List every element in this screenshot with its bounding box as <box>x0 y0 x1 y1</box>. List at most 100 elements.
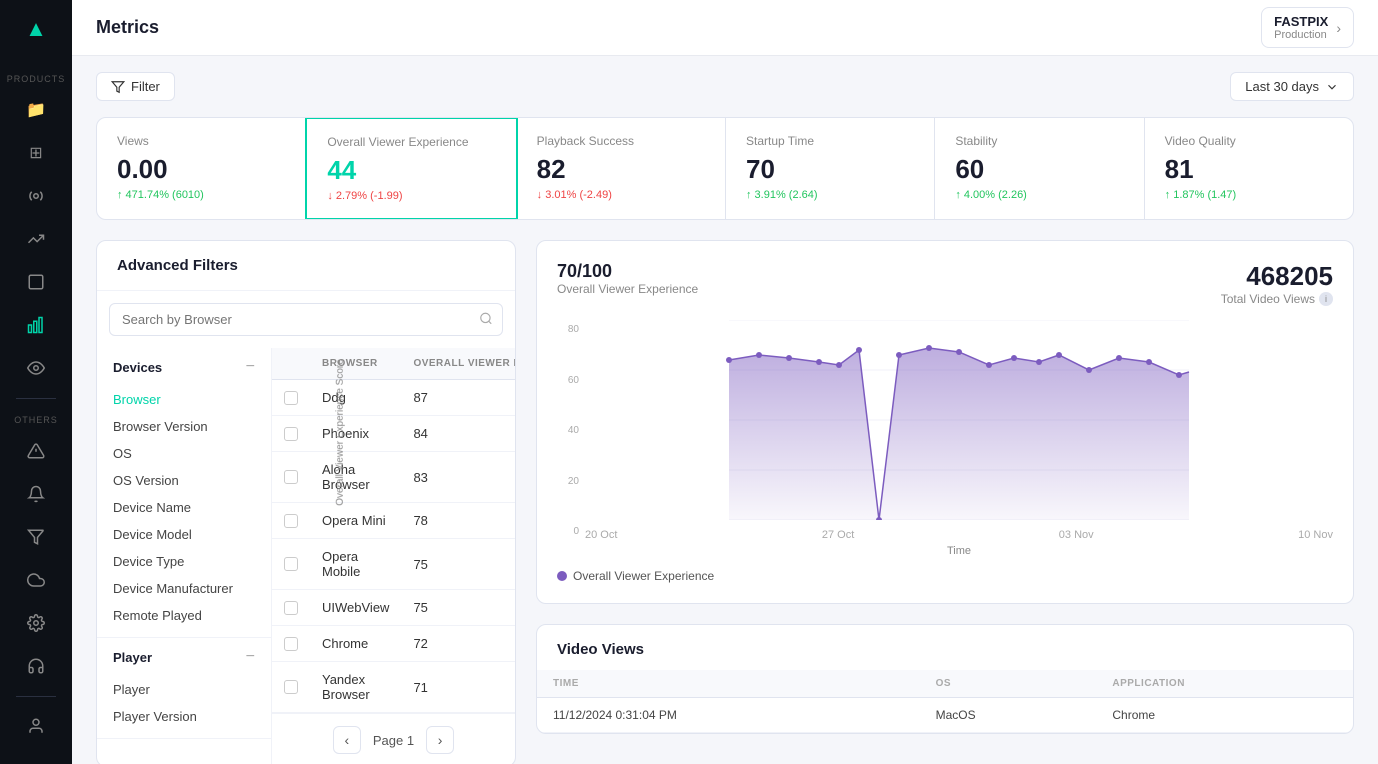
filter-item[interactable]: OS Version <box>113 467 255 494</box>
y-axis-labels: 80 60 40 20 0 <box>557 320 585 557</box>
settings-icon[interactable] <box>16 604 56 643</box>
filter-item[interactable]: Browser <box>113 386 255 413</box>
files-icon[interactable]: 📁 <box>16 90 56 129</box>
table-row[interactable]: Aloha Browser 83 3 <box>272 452 515 503</box>
row-ove: 84 <box>401 416 515 452</box>
row-checkbox[interactable] <box>284 427 298 441</box>
y-label-60: 60 <box>557 375 579 386</box>
grid-icon[interactable]: ⊞ <box>16 133 56 172</box>
table-row[interactable]: Ddg 87 112 <box>272 380 515 416</box>
table-row[interactable]: Opera Mini 78 229 <box>272 503 515 539</box>
date-range-button[interactable]: Last 30 days <box>1230 72 1354 101</box>
workspace-button[interactable]: FASTPIX Production › <box>1261 7 1354 48</box>
x-axis-title: Time <box>585 545 1333 557</box>
broadcast-icon[interactable] <box>16 176 56 215</box>
filter-item[interactable]: Device Model <box>113 521 255 548</box>
x-label-20oct: 20 Oct <box>585 529 617 541</box>
row-ove: 71 <box>401 662 515 713</box>
chart-card-header: 70/100 Overall Viewer Experience 468205 … <box>557 261 1333 312</box>
metric-card[interactable]: Video Quality 81 ↑ 1.87% (1.47) <box>1145 118 1353 219</box>
x-axis-labels: 20 Oct 27 Oct 03 Nov 10 Nov <box>585 525 1333 541</box>
vv-col-time: TIME <box>537 670 920 698</box>
chart-right-header: 468205 Total Video Views i <box>1221 261 1333 312</box>
row-ove: 87 <box>401 380 515 416</box>
filters-left: Devices − BrowserBrowser VersionOSOS Ver… <box>97 348 272 764</box>
metric-card[interactable]: Playback Success 82 ↓ 3.01% (-2.49) <box>517 118 726 219</box>
filter-item[interactable]: Remote Played <box>113 602 255 629</box>
metric-card[interactable]: Startup Time 70 ↑ 3.91% (2.64) <box>726 118 935 219</box>
browser-table: BROWSER OVERALL VIEWER EXPERIENCE ⌄ TOTA… <box>272 348 515 713</box>
content-area: Filter Last 30 days Views 0.00 ↑ 471.74%… <box>72 56 1378 764</box>
headphones-icon[interactable] <box>16 647 56 686</box>
table-row[interactable]: UIWebView 75 2417 <box>272 590 515 626</box>
chart-left-header: 70/100 Overall Viewer Experience <box>557 261 698 312</box>
row-checkbox[interactable] <box>284 680 298 694</box>
main-content: Metrics FASTPIX Production › Filter Last… <box>72 0 1378 764</box>
others-label: OTHERS <box>14 415 58 425</box>
table-row[interactable]: Yandex Browser 71 112 <box>272 662 515 713</box>
row-checkbox-cell <box>272 626 310 662</box>
row-checkbox[interactable] <box>284 391 298 405</box>
table-row[interactable]: Chrome 72 384740 <box>272 626 515 662</box>
metric-card[interactable]: Views 0.00 ↑ 471.74% (6010) <box>97 118 306 219</box>
filter-row: Filter Last 30 days <box>96 72 1354 101</box>
filter-item[interactable]: Player Version <box>113 703 255 730</box>
chart-area: 20 Oct 27 Oct 03 Nov 10 Nov Time <box>585 320 1333 557</box>
row-browser: Opera Mobile <box>310 539 401 590</box>
x-label-27oct: 27 Oct <box>822 529 854 541</box>
row-checkbox[interactable] <box>284 557 298 571</box>
filter-item[interactable]: Device Name <box>113 494 255 521</box>
chart-legend: Overall Viewer Experience <box>557 569 1333 583</box>
metrics-icon[interactable] <box>16 306 56 345</box>
row-checkbox[interactable] <box>284 637 298 651</box>
vv-os: MacOS <box>920 698 1097 733</box>
warning-icon[interactable] <box>16 431 56 470</box>
page-title: Metrics <box>96 17 1261 38</box>
filter-item[interactable]: Device Manufacturer <box>113 575 255 602</box>
prev-page-button[interactable]: ‹ <box>333 726 361 754</box>
workspace-name: FASTPIX <box>1274 14 1328 29</box>
logo: ▲ <box>25 16 47 42</box>
metric-value: 82 <box>537 154 705 185</box>
trending-icon[interactable] <box>16 219 56 258</box>
info-icon[interactable]: i <box>1319 292 1333 306</box>
row-checkbox[interactable] <box>284 601 298 615</box>
eye-icon[interactable] <box>16 349 56 388</box>
divider-2 <box>16 696 56 697</box>
line-chart-svg <box>585 320 1333 520</box>
sidebar: ▲ PRODUCTS 📁 ⊞ OTHERS <box>0 0 72 764</box>
metric-label: Playback Success <box>537 134 705 148</box>
row-ove: 83 <box>401 452 515 503</box>
search-input[interactable] <box>109 303 503 336</box>
devices-section: Devices − BrowserBrowser VersionOSOS Ver… <box>97 348 271 638</box>
table-row[interactable]: Opera Mobile 75 1205 <box>272 539 515 590</box>
metric-label: Overall Viewer Experience <box>327 135 495 149</box>
key-icon[interactable] <box>16 263 56 302</box>
filter-item[interactable]: Player <box>113 676 255 703</box>
filter-item[interactable]: Browser Version <box>113 413 255 440</box>
row-checkbox[interactable] <box>284 514 298 528</box>
next-page-button[interactable]: › <box>426 726 454 754</box>
filter-item[interactable]: OS <box>113 440 255 467</box>
y-label-20: 20 <box>557 476 579 487</box>
megaphone-icon[interactable] <box>16 517 56 556</box>
metric-card[interactable]: Overall Viewer Experience 44 ↓ 2.79% (-1… <box>305 117 517 220</box>
player-section-title: Player <box>113 650 152 665</box>
chart-score: 70/100 <box>557 261 698 282</box>
row-checkbox[interactable] <box>284 470 298 484</box>
metric-value: 60 <box>955 154 1123 185</box>
cloud-icon[interactable] <box>16 560 56 599</box>
row-checkbox-cell <box>272 416 310 452</box>
player-section-header[interactable]: Player − <box>97 638 271 676</box>
y-label-0: 0 <box>557 526 579 537</box>
devices-section-header[interactable]: Devices − <box>97 348 271 386</box>
metric-card[interactable]: Stability 60 ↑ 4.00% (2.26) <box>935 118 1144 219</box>
bell-icon[interactable] <box>16 474 56 513</box>
filter-item[interactable]: Device Type <box>113 548 255 575</box>
filter-button[interactable]: Filter <box>96 72 175 101</box>
advanced-filters-title: Advanced Filters <box>97 241 515 291</box>
metric-label: Stability <box>955 134 1123 148</box>
table-row[interactable]: Phoenix 84 224 <box>272 416 515 452</box>
workspace-sub: Production <box>1274 29 1328 41</box>
user-icon[interactable] <box>16 707 56 746</box>
